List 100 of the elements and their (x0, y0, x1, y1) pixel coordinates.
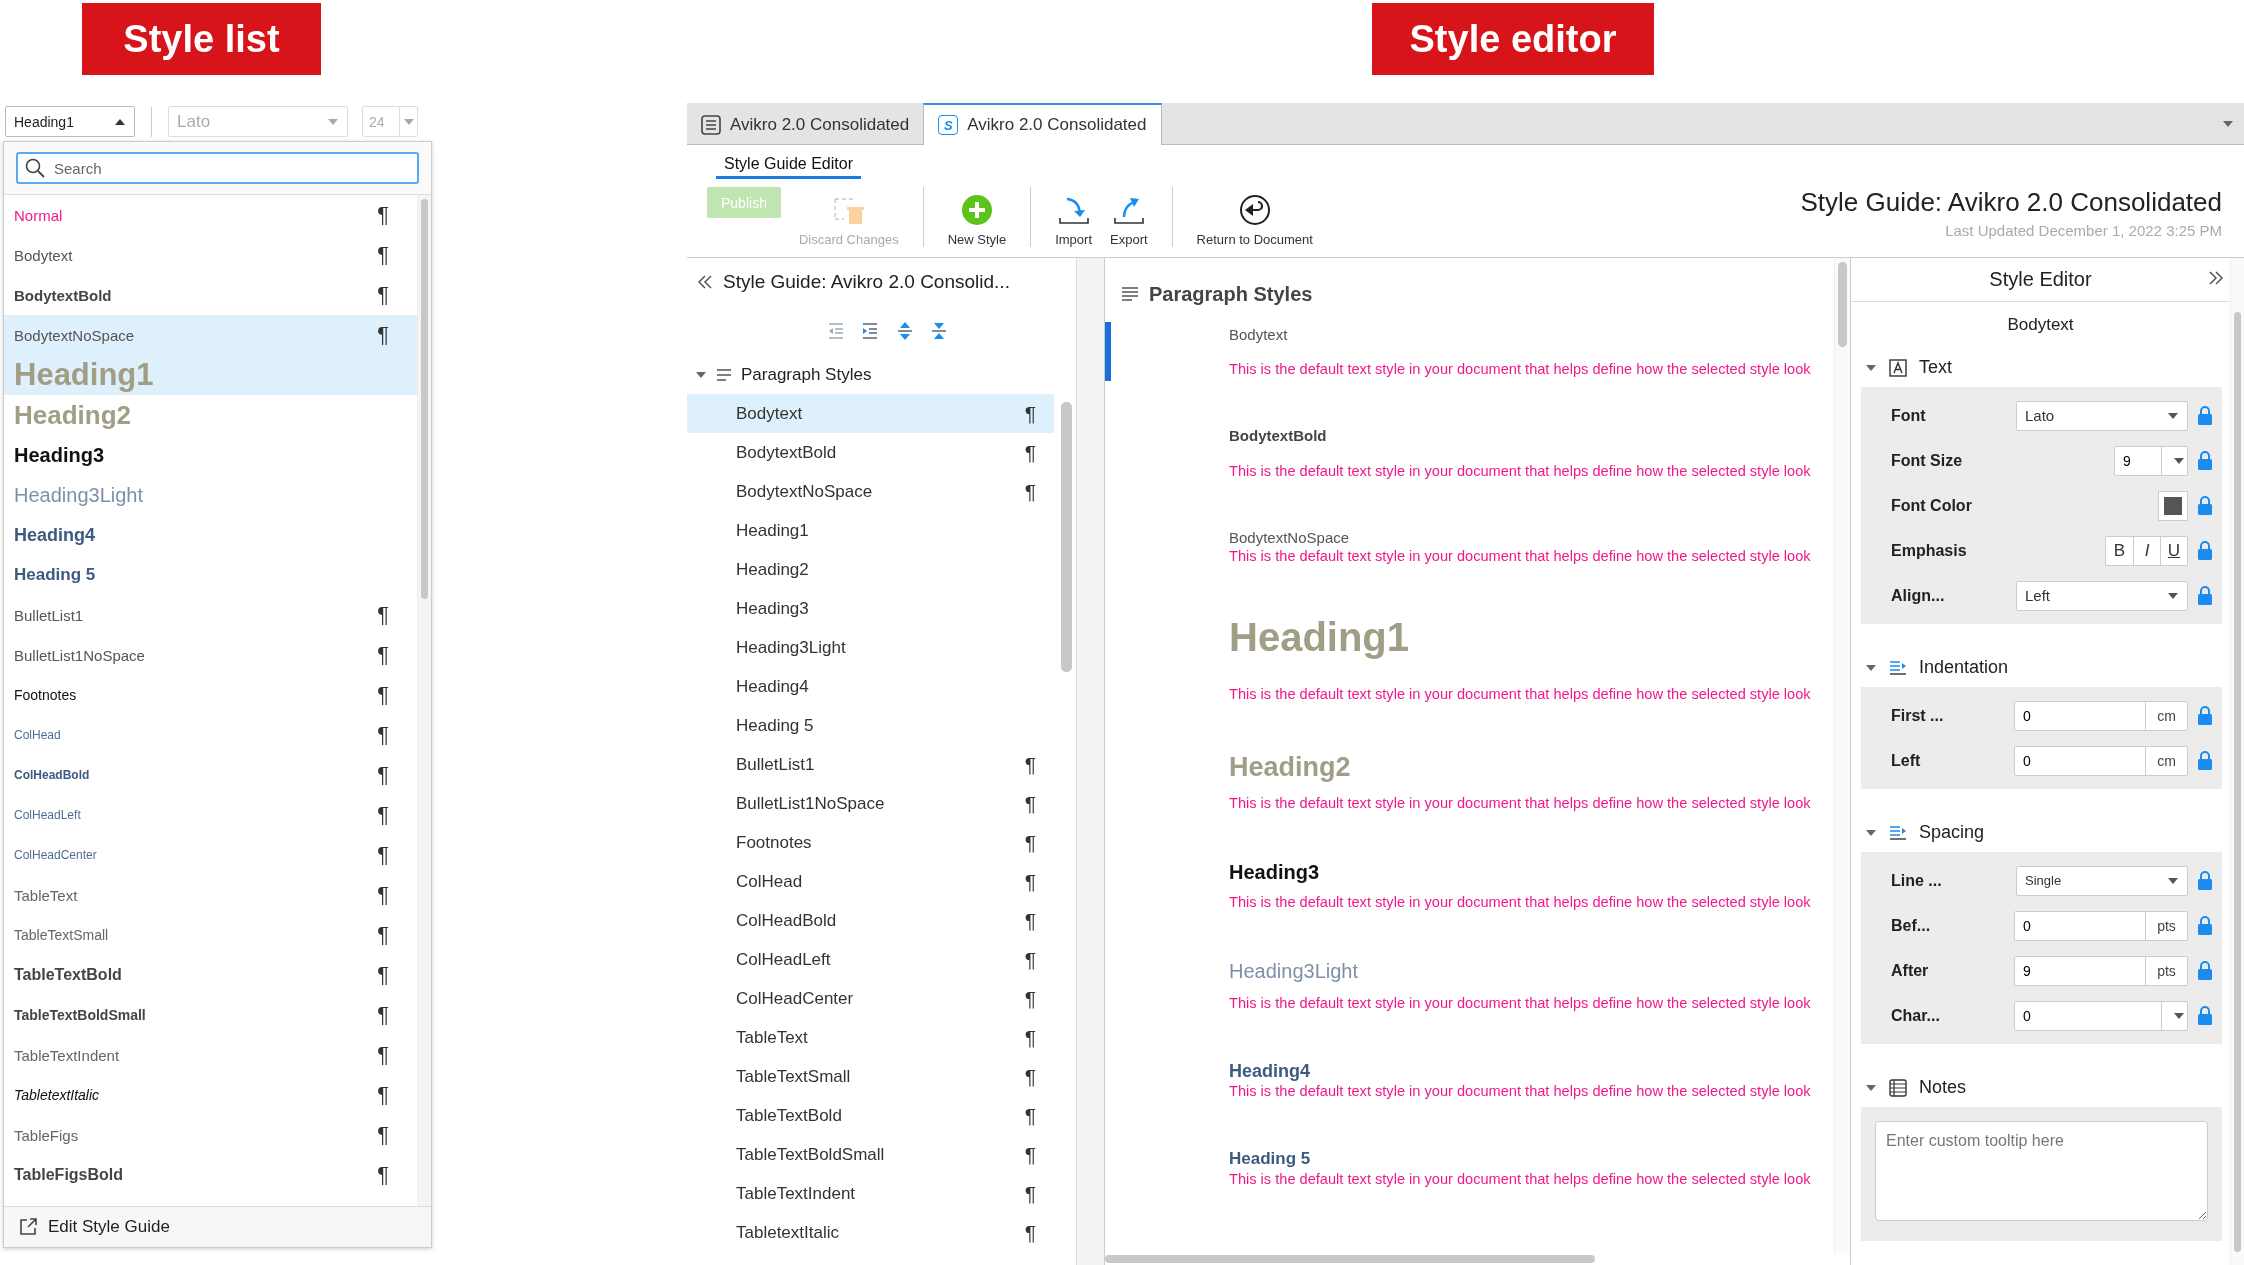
unit-input-field[interactable]: 0 cm (2014, 700, 2188, 731)
tree-item[interactable]: TableTextSmall ¶ (687, 1057, 1055, 1096)
toolbar-button[interactable]: New Style (947, 187, 1007, 247)
section-header[interactable]: Indentation (1851, 648, 2230, 688)
style-preview-item[interactable]: BodytextBold This is the default text style in your document that helps define how the selected style look (1105, 423, 1834, 483)
paragraph-mark: ¶ (1024, 479, 1037, 504)
unit-input-field[interactable]: 0 pts (2014, 910, 2188, 941)
tree-item[interactable]: Heading4 (687, 667, 1055, 706)
table-icon (1889, 1078, 1907, 1097)
style-list-item[interactable]: BulletList1 ¶ (4, 595, 417, 635)
style-preview-item[interactable]: Heading4 This is the default text style in your document that helps define how the selected style look (1105, 1056, 1834, 1104)
emphasis-button[interactable]: U (2160, 536, 2187, 565)
style-list-item[interactable]: ColHead ¶ (4, 715, 417, 755)
style-list-item[interactable]: BodytextNoSpace ¶ (4, 315, 417, 355)
number-dropdown-field[interactable]: 0 (2014, 1000, 2188, 1031)
tree-item[interactable]: TableText ¶ (687, 1018, 1055, 1057)
tree-item[interactable]: Bodytext ¶ (687, 394, 1055, 433)
style-name: Heading2 (14, 399, 132, 431)
ribbon-tab[interactable]: Style Guide Editor (716, 153, 861, 179)
toolbar-button[interactable]: Import (1055, 187, 1092, 247)
style-list-item[interactable]: TabletextItalic ¶ (4, 1075, 417, 1115)
tree-item[interactable]: BulletList1NoSpace ¶ (687, 784, 1055, 823)
tree-item[interactable]: BodytextBold ¶ (687, 433, 1055, 472)
style-name: Heading 5 (736, 715, 814, 736)
tree-item[interactable]: Heading 5 (687, 706, 1055, 745)
style-preview-item[interactable]: Heading1 This is the default text style in your document that helps define how the selected style look (1105, 609, 1834, 706)
tree-item[interactable]: ColHeadCenter ¶ (687, 979, 1055, 1018)
tree-group-row[interactable]: Paragraph Styles (687, 356, 1055, 394)
paragraph-mark: ¶ (377, 882, 389, 908)
style-list-item[interactable]: TableTextSmall ¶ (4, 915, 417, 955)
dropdown-field[interactable]: Lato (2016, 400, 2188, 431)
lock-icon (2196, 960, 2214, 981)
style-preview-item[interactable]: BodytextNoSpace This is the default text style in your document that helps define how the selected style look (1105, 524, 1834, 568)
tree-item[interactable]: ColHead ¶ (687, 862, 1055, 901)
tree-item[interactable]: TableTextBoldSmall ¶ (687, 1135, 1055, 1174)
paragraph-mark: ¶ (1024, 947, 1037, 972)
style-list-item[interactable]: ColHeadLeft ¶ (4, 795, 417, 835)
search-field[interactable]: Search (16, 152, 419, 184)
style-preview-item[interactable]: Heading3Light This is the default text style in your document that helps define how the selected style look (1105, 955, 1834, 1015)
style-list-item[interactable]: BodytextBold ¶ (4, 275, 417, 315)
caret-icon (2172, 1011, 2185, 1020)
tree-item[interactable]: TableTextBold ¶ (687, 1096, 1055, 1135)
style-list-item[interactable]: Footnotes ¶ (4, 675, 417, 715)
style-name: TableTextSmall (736, 1066, 851, 1087)
tree-item[interactable]: ColHeadLeft ¶ (687, 940, 1055, 979)
tree-item[interactable]: ColHeadBold ¶ (687, 901, 1055, 940)
style-list-item[interactable]: Normal ¶ (4, 195, 417, 235)
style-preview-item[interactable]: Heading 5 This is the default text style in your document that helps define how the selected style look (1105, 1145, 1834, 1192)
style-list-item[interactable]: TableTextBold ¶ (4, 955, 417, 995)
external-link-icon (18, 1217, 38, 1237)
tree-item[interactable]: Heading2 (687, 550, 1055, 589)
tree-item[interactable]: Heading3Light (687, 628, 1055, 667)
toolbar-button[interactable]: Export (1110, 187, 1148, 247)
document-tab[interactable]: Avikro 2.0 Consolidated (687, 103, 924, 145)
toolbar-button[interactable]: Return to Document (1196, 187, 1313, 247)
style-list-item[interactable]: TableText ¶ (4, 875, 417, 915)
style-list-item[interactable]: TableTextBoldSmall ¶ (4, 995, 417, 1035)
tree-item[interactable]: Heading3 (687, 589, 1055, 628)
tree-item[interactable]: BodytextNoSpace ¶ (687, 472, 1055, 511)
style-list-item[interactable]: TableFigs ¶ (4, 1115, 417, 1155)
field-label: First ... (1890, 706, 1945, 725)
tree-item[interactable]: TabletextItalic ¶ (687, 1213, 1055, 1252)
style-list-item[interactable]: Bodytext ¶ (4, 235, 417, 275)
dropdown-field[interactable]: Left (2016, 580, 2188, 611)
style-preview-item[interactable]: Heading3 This is the default text style in your document that helps define how the selected style look (1105, 856, 1834, 914)
tree-item[interactable]: Heading1 (687, 511, 1055, 550)
unit-input-field[interactable]: 9 pts (2014, 955, 2188, 986)
section-banner: Style editor (1372, 3, 1654, 75)
style-preview-item[interactable]: Heading2 This is the default text style in your document that helps define how the selected style look (1105, 747, 1834, 815)
panel-title: Style Editor (1989, 267, 2092, 291)
section-header[interactable]: Notes (1851, 1068, 2230, 1108)
tree-item[interactable]: TableTextIndent ¶ (687, 1174, 1055, 1213)
edit-style-guide-link[interactable]: Edit Style Guide (48, 1217, 170, 1237)
section-header[interactable]: Spacing (1851, 813, 2230, 853)
style-select[interactable]: Heading1 (5, 106, 135, 137)
lock-icon (2196, 405, 2214, 426)
document-tab[interactable]: S Avikro 2.0 Consolidated (923, 103, 1162, 145)
style-list-item[interactable]: Heading4 (4, 515, 417, 555)
unit-input-field[interactable]: 0 cm (2014, 745, 2188, 776)
style-list-item[interactable]: Heading 5 (4, 555, 417, 595)
tree-item[interactable]: BulletList1 ¶ (687, 745, 1055, 784)
tree-item[interactable]: Footnotes ¶ (687, 823, 1055, 862)
notes-field[interactable]: Enter custom tooltip here (1875, 1121, 2208, 1222)
sample-text: This is the default text style in your document that helps define how the selected style look (1229, 794, 1812, 811)
spacing-icon (1889, 824, 1907, 841)
color-swatch[interactable] (2158, 490, 2188, 521)
style-name: TableTextIndent (736, 1183, 856, 1204)
dropdown-field[interactable]: Single (2016, 865, 2188, 896)
paragraph-mark: ¶ (1024, 401, 1037, 426)
style-list-item[interactable]: TableTextIndent ¶ (4, 1035, 417, 1075)
field-label: Bef... (1890, 916, 1932, 935)
style-name: Footnotes (736, 832, 812, 853)
number-dropdown-field[interactable]: 9 (2114, 445, 2188, 476)
style-list-item[interactable]: Heading3 (4, 435, 417, 475)
style-list-item[interactable]: BulletList1NoSpace ¶ (4, 635, 417, 675)
style-name: Heading 5 (14, 565, 96, 585)
style-list-item[interactable]: TableFigsBold ¶ (4, 1155, 417, 1195)
style-list-item[interactable]: ColHeadCenter ¶ (4, 835, 417, 875)
style-list-item[interactable]: ColHeadBold ¶ (4, 755, 417, 795)
section-header[interactable]: Text (1851, 348, 2230, 388)
